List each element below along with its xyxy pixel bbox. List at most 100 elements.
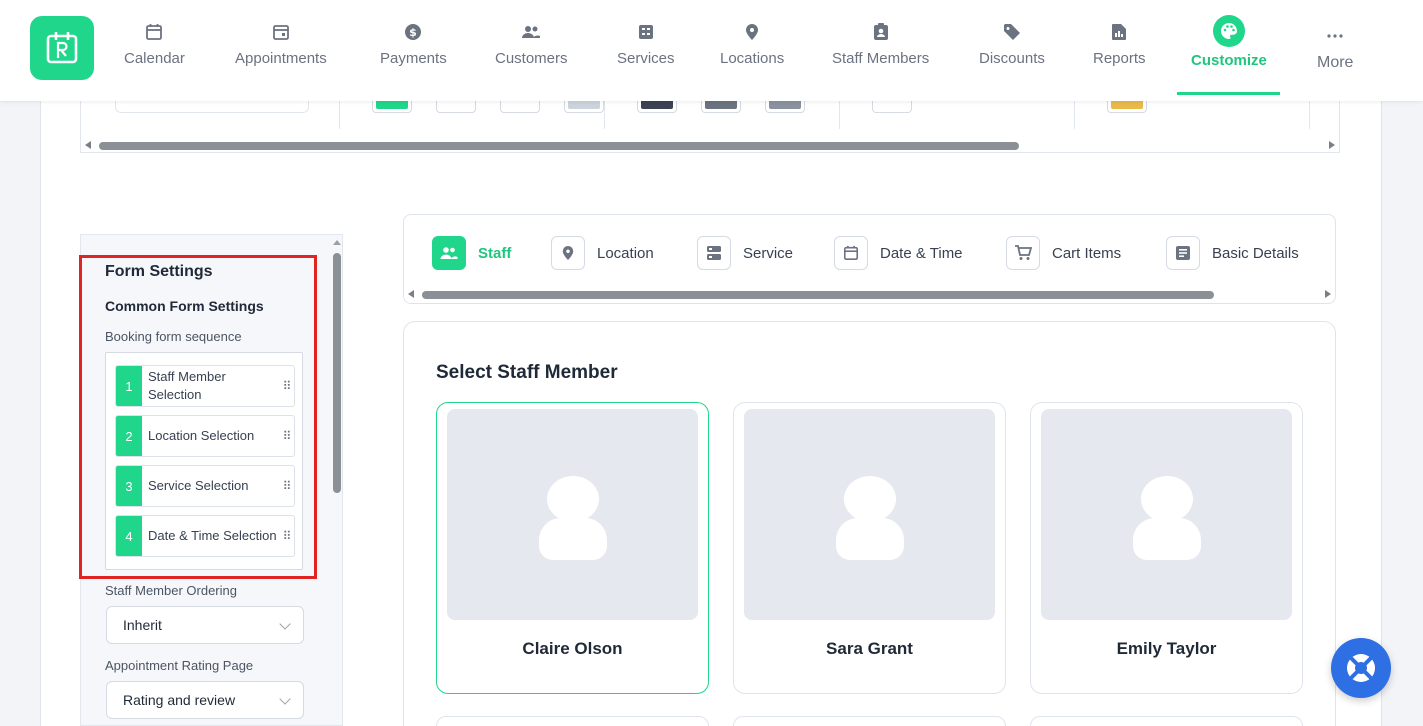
nav-customize[interactable]: Customize [1191,0,1267,101]
nav-label: Staff Members [832,50,930,67]
top-navigation: Calendar Appointments $ Payments Custome… [0,0,1423,101]
sequence-number: 1 [116,366,142,406]
drag-handle-icon[interactable]: ⠿ [278,479,294,493]
tab-staff[interactable]: Staff [432,235,511,271]
divider [604,101,605,129]
rating-page-select[interactable]: Rating and review [106,681,304,719]
sequence-item[interactable]: 2 Location Selection ⠿ [115,415,295,457]
nav-payments[interactable]: $ Payments [380,0,447,101]
scroll-up-icon[interactable] [333,240,341,245]
divider [1309,101,1310,129]
sequence-label: Location Selection [148,428,255,443]
appointment-icon [272,22,290,42]
nav-locations[interactable]: Locations [720,0,784,101]
drag-handle-icon[interactable]: ⠿ [278,429,294,443]
booking-steps-tabs: Staff Location Service Date & Time Cart … [403,214,1336,304]
color-swatch[interactable] [637,101,677,113]
staff-badge-icon [873,22,889,42]
sequence-number: 3 [116,466,142,506]
color-swatch[interactable] [500,101,540,113]
svg-text:$: $ [410,26,418,39]
staff-name: Claire Olson [522,639,623,658]
location-pin-icon [551,236,585,270]
staff-card[interactable]: Claire Olson [436,402,709,694]
color-swatch[interactable] [436,101,476,113]
sequence-item[interactable]: 4 Date & Time Selection ⠿ [115,515,295,557]
tab-date-time[interactable]: Date & Time [834,235,963,271]
nav-staff-members[interactable]: Staff Members [832,0,929,101]
avatar-placeholder-icon [744,409,995,620]
color-swatch[interactable] [872,101,912,113]
nav-label: More [1317,54,1354,71]
color-swatch[interactable] [564,101,604,113]
sequence-item[interactable]: 1 Staff Member Selection ⠿ [115,365,295,407]
avatar-placeholder-icon [447,409,698,620]
services-icon [637,22,655,42]
scroll-left-icon[interactable] [85,141,91,149]
nav-label: Appointments [235,50,327,67]
tab-label: Location [597,244,654,262]
nav-label: Reports [1093,50,1146,67]
help-button[interactable] [1331,638,1391,698]
tab-service[interactable]: Service [697,235,793,271]
nav-label: Discounts [979,50,1045,67]
staff-card[interactable]: Emily Taylor [1030,402,1303,694]
chevron-down-icon [279,618,291,630]
font-select[interactable] [115,101,309,113]
drag-handle-icon[interactable]: ⠿ [278,529,294,543]
location-pin-icon [744,22,760,42]
nav-appointments[interactable]: Appointments [235,0,327,101]
style-toolbar [80,101,1340,153]
rating-page-label: Appointment Rating Page [105,658,254,673]
cart-icon [1006,236,1040,270]
details-icon [1166,236,1200,270]
scroll-right-icon[interactable] [1329,141,1335,149]
color-swatch[interactable] [765,101,805,113]
nav-calendar[interactable]: Calendar [124,0,185,101]
divider [339,101,340,129]
app-logo[interactable] [30,16,94,80]
horizontal-scrollbar[interactable] [404,287,1335,301]
tab-location[interactable]: Location [551,235,654,271]
staff-ordering-select[interactable]: Inherit [106,606,304,644]
staff-icon [432,236,466,270]
scrollbar-thumb[interactable] [422,291,1214,299]
tab-label: Staff [478,244,512,262]
staff-card[interactable] [1030,716,1303,726]
nav-more[interactable]: More [1317,0,1353,101]
nav-discounts[interactable]: Discounts [979,0,1045,101]
tab-cart-items[interactable]: Cart Items [1006,235,1121,271]
nav-customers[interactable]: Customers [495,0,568,101]
nav-label: Customize [1191,52,1267,69]
avatar-placeholder-icon [1041,409,1292,620]
nav-label: Payments [380,50,447,67]
staff-card[interactable] [733,716,1006,726]
color-swatch[interactable] [1107,101,1147,113]
calendar-icon [145,22,163,42]
tab-basic-details[interactable]: Basic Details [1166,235,1299,271]
staff-card[interactable]: Sara Grant [733,402,1006,694]
drag-handle-icon[interactable]: ⠿ [278,379,294,393]
calendar-icon [834,236,868,270]
nav-label: Calendar [124,50,185,67]
dollar-icon: $ [404,22,422,42]
logo-icon [46,32,78,64]
nav-services[interactable]: Services [617,0,675,101]
booking-sequence-label: Booking form sequence [105,329,242,344]
tag-icon [1003,22,1021,42]
staff-card[interactable] [436,716,709,726]
vertical-scrollbar[interactable] [328,235,342,725]
horizontal-scrollbar[interactable] [81,138,1339,152]
color-swatch[interactable] [701,101,741,113]
color-swatch[interactable] [372,101,412,113]
tab-label: Date & Time [880,244,963,262]
scrollbar-thumb[interactable] [99,142,1019,150]
scrollbar-thumb[interactable] [333,253,341,493]
booking-sequence-list: 1 Staff Member Selection ⠿ 2 Location Se… [105,352,303,570]
sequence-item[interactable]: 3 Service Selection ⠿ [115,465,295,507]
nav-label: Locations [720,50,785,67]
scroll-left-icon[interactable] [408,290,414,298]
scroll-right-icon[interactable] [1325,290,1331,298]
lifebuoy-icon [1347,654,1375,682]
nav-reports[interactable]: Reports [1093,0,1146,101]
